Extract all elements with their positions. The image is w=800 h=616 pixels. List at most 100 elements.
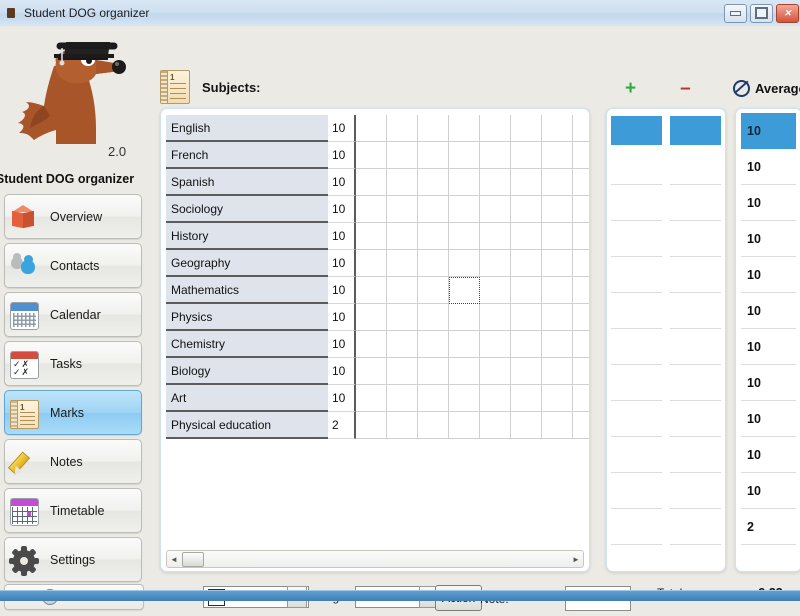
mark-cell[interactable] [356,385,387,412]
side-panel-cell-selected[interactable] [611,116,662,145]
side-panel-cell[interactable] [611,293,662,329]
mark-cell[interactable] [511,223,542,250]
mark-cell[interactable] [542,385,573,412]
horizontal-scrollbar[interactable]: ◄ ► [166,550,584,568]
mark-cell[interactable] [418,142,449,169]
average-row[interactable]: 10 [741,401,796,437]
mark-cell[interactable] [511,412,542,439]
average-row[interactable]: 10 [741,437,796,473]
side-panel-row[interactable] [607,473,725,509]
mark-cell[interactable] [480,331,511,358]
subject-value-cell[interactable]: 10 [328,196,356,223]
mark-cell[interactable] [480,169,511,196]
subject-value-cell[interactable]: 10 [328,169,356,196]
mark-cell[interactable] [511,250,542,277]
mark-cell[interactable] [480,277,511,304]
subject-value-cell[interactable]: 10 [328,358,356,385]
mark-cell[interactable] [356,331,387,358]
mark-cell[interactable] [542,358,573,385]
mark-cell[interactable] [387,250,418,277]
side-panel-cell[interactable] [611,437,662,473]
mark-cell[interactable] [480,142,511,169]
side-panel-cell-selected[interactable] [670,116,721,145]
table-row[interactable]: Sociology 10 [166,196,589,223]
side-panel-cell[interactable] [611,509,662,545]
mark-cell[interactable] [449,196,480,223]
mark-cell[interactable] [511,331,542,358]
mark-cell[interactable] [418,250,449,277]
mark-cell-focused[interactable] [449,277,480,304]
side-panel-row[interactable] [607,509,725,545]
mark-cell[interactable] [542,196,573,223]
side-panel-cell[interactable] [611,221,662,257]
mark-cell[interactable] [449,169,480,196]
mark-cell[interactable] [511,358,542,385]
mark-cell[interactable] [449,304,480,331]
side-panel-cell[interactable] [670,509,721,545]
mark-cell[interactable] [449,115,480,142]
table-row[interactable]: Mathematics 10 [166,277,589,304]
table-row[interactable]: Spanish 10 [166,169,589,196]
subject-value-cell[interactable]: 10 [328,250,356,277]
mark-cell[interactable] [387,115,418,142]
subject-value-cell[interactable]: 2 [328,412,356,439]
mark-cell[interactable] [480,358,511,385]
table-row[interactable]: Physical education 2 [166,412,589,439]
side-panel-row[interactable] [607,401,725,437]
side-panel-row[interactable] [607,257,725,293]
table-row[interactable]: Chemistry 10 [166,331,589,358]
scroll-left-arrow-icon[interactable]: ◄ [167,555,181,564]
mark-cell[interactable] [480,412,511,439]
mark-cell[interactable] [573,304,589,331]
mark-cell[interactable] [418,169,449,196]
mark-cell[interactable] [573,196,589,223]
mark-cell[interactable] [511,385,542,412]
mark-cell[interactable] [356,223,387,250]
scroll-right-arrow-icon[interactable]: ► [569,555,583,564]
mark-cell[interactable] [542,331,573,358]
subject-name-cell[interactable]: Sociology [166,196,328,223]
mark-cell[interactable] [480,385,511,412]
subject-name-cell[interactable]: French [166,142,328,169]
table-row[interactable]: English 10 [166,115,589,142]
sidebar-item-contacts[interactable]: Contacts [4,243,142,288]
mark-cell[interactable] [511,277,542,304]
subject-name-cell[interactable]: Biology [166,358,328,385]
mark-cell[interactable] [418,277,449,304]
mark-cell[interactable] [480,115,511,142]
mark-cell[interactable] [480,223,511,250]
sidebar-item-calendar[interactable]: Calendar [4,292,142,337]
subject-name-cell[interactable]: Physical education [166,412,328,439]
mark-cell[interactable] [573,277,589,304]
mark-cell[interactable] [449,331,480,358]
minimize-button[interactable] [724,3,747,23]
close-button[interactable]: ✕ [776,3,799,23]
mark-cell[interactable] [542,412,573,439]
subject-value-cell[interactable]: 10 [328,331,356,358]
average-row[interactable]: 10 [741,293,796,329]
subject-value-cell[interactable]: 10 [328,277,356,304]
side-panel-cell[interactable] [670,257,721,293]
mark-cell[interactable] [387,223,418,250]
subject-name-cell[interactable]: Spanish [166,169,328,196]
mark-cell[interactable] [356,412,387,439]
mark-cell[interactable] [511,196,542,223]
mark-cell[interactable] [542,250,573,277]
mark-cell[interactable] [573,412,589,439]
sidebar-item-timetable[interactable]: Timetable [4,488,142,533]
side-panel-cell[interactable] [611,401,662,437]
average-row[interactable]: 10 [741,221,796,257]
mark-cell[interactable] [542,304,573,331]
mark-cell[interactable] [449,223,480,250]
side-panel-cell[interactable] [611,185,662,221]
mark-cell[interactable] [573,385,589,412]
subject-name-cell[interactable]: Chemistry [166,331,328,358]
mark-cell[interactable] [480,250,511,277]
side-panel-cell[interactable] [611,329,662,365]
mark-cell[interactable] [542,142,573,169]
mark-cell[interactable] [387,412,418,439]
average-row[interactable]: 10 [741,257,796,293]
subject-value-cell[interactable]: 10 [328,115,356,142]
mark-cell[interactable] [418,304,449,331]
subject-name-cell[interactable]: Mathematics [166,277,328,304]
